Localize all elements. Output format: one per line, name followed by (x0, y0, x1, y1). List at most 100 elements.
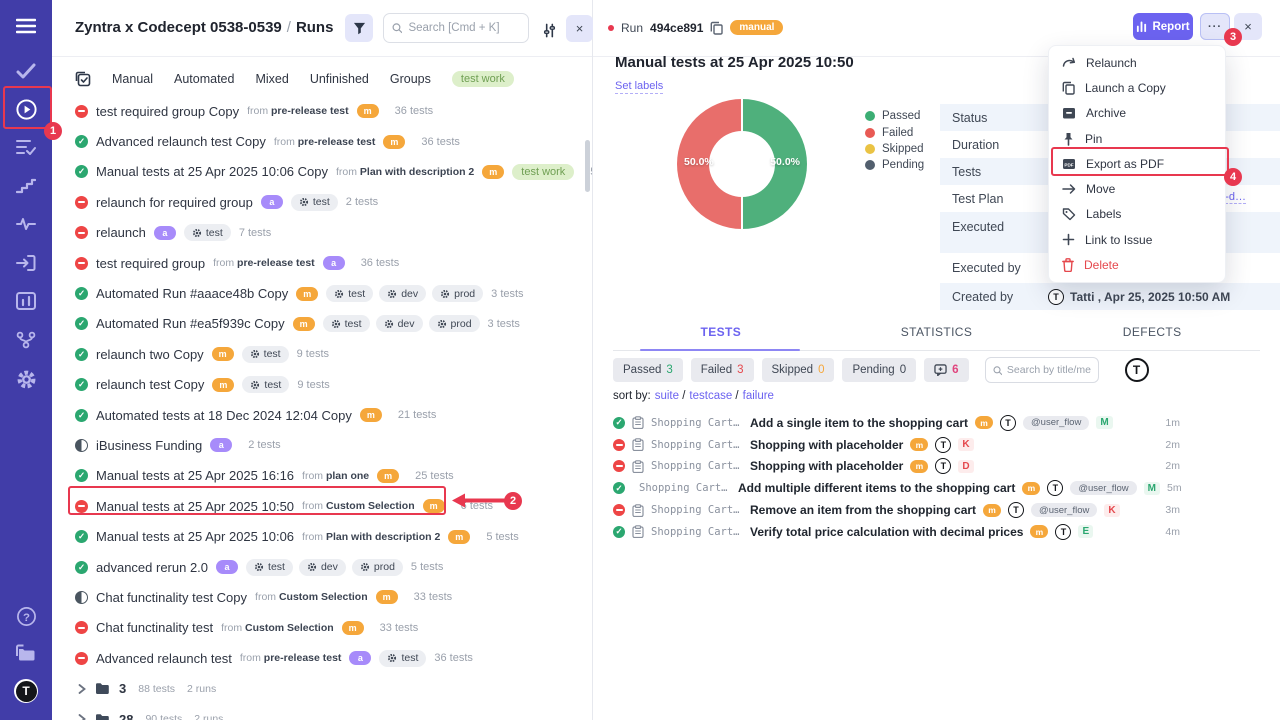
menu-item-export-pdf[interactable]: PDF Export as PDF (1049, 151, 1225, 176)
details-tabs: TESTS STATISTICS DEFECTS (613, 325, 1260, 351)
test-case-row[interactable]: Shopping Cart… Remove an item from the s… (613, 499, 1280, 521)
test-case-row[interactable]: Shopping Cart… Add a single item to the … (613, 412, 1280, 434)
status-filter-chip[interactable]: Pending 0 (842, 358, 916, 382)
run-group-row[interactable]: 28 90 tests 2 runs (52, 704, 592, 720)
sort-link[interactable]: failure (743, 390, 774, 402)
report-button[interactable]: Report (1133, 13, 1193, 40)
status-filter-chip[interactable]: Passed 3 (613, 358, 683, 382)
close-panel-button[interactable]: × (566, 15, 593, 42)
chevron-right-icon[interactable] (78, 714, 86, 720)
run-list-item[interactable]: Automated tests at 18 Dec 2024 12:04 Cop… (52, 400, 592, 430)
gear-icon (360, 562, 370, 572)
run-list-item[interactable]: Advanced relaunch test Copy from pre-rel… (52, 126, 592, 156)
run-status-icon (75, 469, 88, 482)
run-test-count: 36 tests (434, 652, 473, 664)
run-list-item[interactable]: Chat functinality test Copy from Custom … (52, 582, 592, 612)
menu-item-move[interactable]: Move (1049, 176, 1225, 201)
run-filter-tab[interactable]: Automated (174, 72, 234, 86)
menu-item-launch-copy[interactable]: Launch a Copy (1049, 75, 1225, 100)
run-list-item[interactable]: Manual tests at 25 Apr 2025 10:06 from P… (52, 521, 592, 551)
activity-pulse-icon[interactable] (14, 212, 38, 236)
run-list-item[interactable]: iBusiness Funding from a 2 tests (52, 430, 592, 460)
run-list-item[interactable]: relaunch two Copy from m test 9 tests (52, 339, 592, 369)
run-filter-tab[interactable]: Mixed (255, 72, 288, 86)
run-test-count: 33 tests (380, 622, 419, 634)
user-avatar[interactable]: T (14, 679, 38, 703)
test-duration: 3m (1165, 504, 1180, 516)
settings-gear-icon[interactable] (14, 367, 38, 391)
run-list-item[interactable]: Advanced relaunch test from pre-release … (52, 643, 592, 673)
test-title: Verify total price calculation with deci… (750, 525, 1023, 539)
more-actions-button[interactable]: ··· (1200, 13, 1230, 40)
test-case-row[interactable]: Shopping Cart… Add multiple different it… (613, 477, 1280, 499)
run-env-tags: test dev prod (326, 285, 483, 302)
run-filter-tab[interactable]: Groups (390, 72, 431, 86)
run-list-item[interactable]: relaunch test Copy from m test 9 tests (52, 370, 592, 400)
milestones-steps-icon[interactable] (14, 174, 38, 198)
copy-icon[interactable] (710, 21, 723, 35)
test-case-row[interactable]: Shopping Cart… Verify total price calcul… (613, 521, 1280, 543)
set-labels-link[interactable]: Set labels (615, 80, 663, 94)
run-status-icon (75, 409, 88, 422)
filter-button[interactable] (345, 14, 373, 42)
active-label-filter[interactable]: test work (452, 71, 514, 87)
menu-item-delete[interactable]: Delete (1049, 252, 1225, 277)
test-case-row[interactable]: Shopping Cart… Shopping with placeholder… (613, 434, 1280, 456)
help-icon[interactable]: ? (14, 604, 38, 628)
tab-statistics[interactable]: STATISTICS (829, 325, 1045, 350)
scrollbar-thumb[interactable] (585, 140, 590, 192)
run-filter-tab[interactable]: Manual (112, 72, 153, 86)
select-all-icon[interactable] (75, 71, 91, 87)
sort-link[interactable]: suite (655, 390, 686, 402)
status-filter-chip[interactable]: Skipped 0 (762, 358, 835, 382)
clipboard-icon (632, 525, 644, 538)
test-plans-icon[interactable] (14, 135, 38, 159)
import-icon[interactable] (14, 251, 38, 275)
run-list-item[interactable]: Manual tests at 25 Apr 2025 10:06 Copy f… (52, 157, 592, 187)
run-list-item[interactable]: test required group from pre-release tes… (52, 248, 592, 278)
tab-defects[interactable]: DEFECTS (1044, 325, 1260, 350)
close-details-button[interactable]: × (1234, 13, 1262, 40)
run-list-item[interactable]: relaunch from a test 7 tests (52, 218, 592, 248)
legend-color-dot (865, 111, 875, 121)
run-list-item[interactable]: Manual tests at 25 Apr 2025 10:50 from C… (52, 491, 592, 521)
run-list-item[interactable]: Automated Run #ea5f939c Copy from m test… (52, 309, 592, 339)
passed-slice-label: 50.0% (770, 156, 800, 168)
projects-folder-icon[interactable] (14, 641, 38, 665)
folder-icon (95, 713, 110, 720)
search-input[interactable] (408, 22, 520, 34)
branches-icon[interactable] (14, 328, 38, 352)
run-test-count: 3 tests (488, 318, 520, 330)
run-list-item[interactable]: Chat functinality test from Custom Selec… (52, 613, 592, 643)
run-group-row[interactable]: 3 88 tests 2 runs (52, 673, 592, 703)
status-filter-chip[interactable]: Failed 3 (691, 358, 754, 382)
menu-item-pin[interactable]: Pin (1049, 126, 1225, 151)
run-list-item[interactable]: advanced rerun 2.0 from a test dev prod … (52, 552, 592, 582)
run-mode-badge: m (448, 530, 470, 544)
app-sidebar: ? T (0, 0, 52, 720)
menu-item-relaunch[interactable]: Relaunch (1049, 50, 1225, 75)
view-settings-icon[interactable] (538, 19, 560, 41)
menu-item-labels[interactable]: Labels (1049, 202, 1225, 227)
reports-chart-icon[interactable] (14, 289, 38, 313)
project-name[interactable]: Zyntra x Codecept 0538-0539 (75, 19, 282, 36)
gear-icon (307, 562, 317, 572)
run-list-item[interactable]: Manual tests at 25 Apr 2025 16:16 from p… (52, 461, 592, 491)
runs-play-icon[interactable] (14, 97, 38, 121)
run-list-item[interactable]: test required group Copy from pre-releas… (52, 96, 592, 126)
tab-tests[interactable]: TESTS (613, 325, 829, 350)
sort-link[interactable]: testcase (689, 390, 738, 402)
tests-check-icon[interactable] (14, 59, 38, 83)
comments-filter-chip[interactable]: 6 (924, 358, 968, 382)
run-filter-tab[interactable]: Unfinished (310, 72, 369, 86)
run-from-plan: from pre-release test (240, 652, 342, 664)
menu-item-link-issue[interactable]: Link to Issue (1049, 227, 1225, 252)
run-list-item[interactable]: Automated Run #aaace48b Copy from m test… (52, 278, 592, 308)
chevron-right-icon[interactable] (78, 684, 86, 694)
tests-search-input[interactable] (1007, 364, 1091, 376)
assignee-filter-avatar[interactable]: T (1125, 358, 1149, 382)
test-case-row[interactable]: Shopping Cart… Shopping with placeholder… (613, 456, 1280, 478)
menu-item-archive[interactable]: Archive (1049, 101, 1225, 126)
run-list-item[interactable]: relaunch for required group from a test … (52, 187, 592, 217)
hamburger-menu-icon[interactable] (14, 14, 38, 38)
